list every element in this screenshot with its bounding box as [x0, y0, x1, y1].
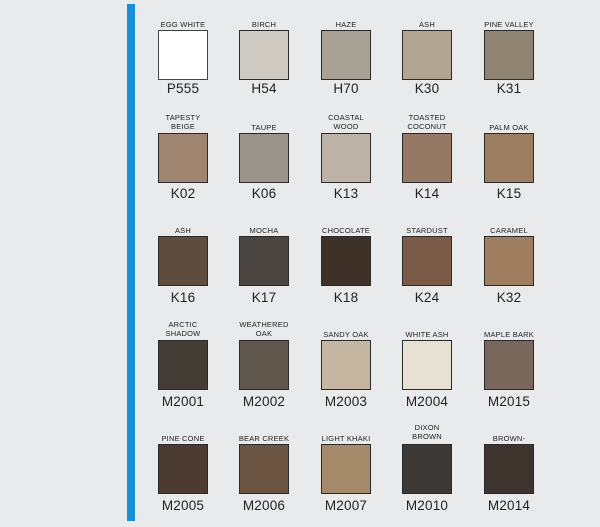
color-swatch [158, 30, 208, 80]
color-swatch [239, 444, 289, 494]
color-swatch [402, 340, 452, 390]
color-swatch [239, 30, 289, 80]
color-swatch [484, 444, 534, 494]
color-swatch [484, 236, 534, 286]
color-swatch [321, 236, 371, 286]
color-swatch [484, 30, 534, 80]
color-swatch [321, 340, 371, 390]
swatch-name: PALM OAK [489, 123, 529, 132]
color-swatch [158, 340, 208, 390]
color-swatch [239, 236, 289, 286]
swatch-code: M2014 [487, 498, 531, 513]
color-swatch [321, 444, 371, 494]
color-swatch [402, 133, 452, 183]
color-swatch [484, 340, 534, 390]
swatch-grid: EGG WHITE P555 BIRCH H54 HAZE H70 ASH K30 PINE V… [0, 0, 600, 527]
swatch-name: MAPLE BARK [484, 330, 534, 339]
swatch-code: M2015 [487, 394, 531, 409]
swatch-name: CARAMEL [490, 226, 528, 235]
color-swatch [239, 133, 289, 183]
color-swatch [402, 236, 452, 286]
color-swatch [484, 133, 534, 183]
color-swatch [158, 133, 208, 183]
swatch-code: K31 [496, 81, 522, 96]
color-swatch [239, 340, 289, 390]
swatch-code: K32 [496, 290, 522, 305]
swatch-name: PINE VALLEY [484, 20, 534, 29]
swatch-code: K15 [496, 186, 522, 201]
color-swatch [321, 133, 371, 183]
color-swatch [402, 30, 452, 80]
color-swatch [158, 444, 208, 494]
color-swatch [402, 444, 452, 494]
color-swatch [321, 30, 371, 80]
color-swatch [158, 236, 208, 286]
